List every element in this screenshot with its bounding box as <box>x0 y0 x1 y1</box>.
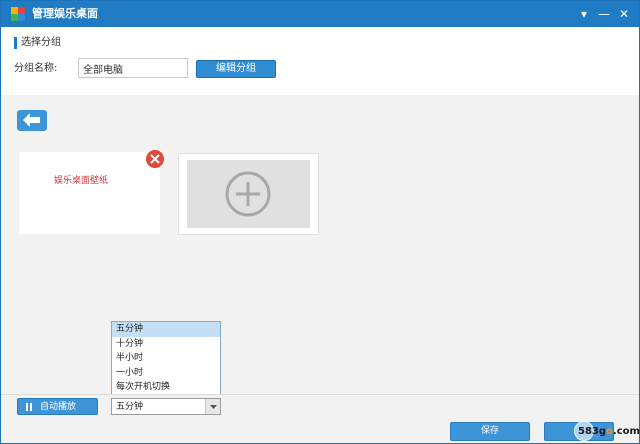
edit-group-button[interactable]: 编辑分组 <box>196 60 276 78</box>
section-accent-bar <box>14 37 17 49</box>
plus-circle-icon <box>225 171 271 217</box>
site-watermark: 583go.com <box>574 421 640 443</box>
interval-dropdown-list: 五分钟 十分钟 半小时 一小时 每次开机切换 <box>111 321 221 395</box>
manage-entertainment-desktop-window: 管理娱乐桌面 ▾ — ✕ 选择分组 分组名称: 编辑分组 娱乐桌面壁纸 <box>0 0 640 444</box>
back-button[interactable] <box>17 110 47 131</box>
add-wallpaper-placeholder <box>187 160 310 228</box>
interval-option[interactable]: 半小时 <box>112 351 220 366</box>
interval-option[interactable]: 五分钟 <box>112 322 220 337</box>
group-section: 选择分组 分组名称: 编辑分组 <box>1 27 639 95</box>
close-button[interactable]: ✕ <box>615 5 633 23</box>
group-name-field[interactable] <box>78 58 188 78</box>
group-name-label: 分组名称: <box>14 63 58 74</box>
interval-select-value: 五分钟 <box>116 402 144 412</box>
title-bar: 管理娱乐桌面 ▾ — ✕ <box>1 1 639 27</box>
window-title: 管理娱乐桌面 <box>32 7 98 20</box>
wallpaper-card[interactable]: 娱乐桌面壁纸 <box>19 152 160 234</box>
autoplay-label: 自动播放 <box>40 402 77 412</box>
app-logo-icon <box>11 7 25 21</box>
watermark-text: 583go.com <box>578 426 640 438</box>
autoplay-button[interactable]: 自动播放 <box>17 398 98 415</box>
watermark-text-a: 583g <box>578 426 607 437</box>
remove-wallpaper-button[interactable] <box>146 150 164 168</box>
interval-option[interactable]: 一小时 <box>112 366 220 381</box>
save-button[interactable]: 保存 <box>450 422 530 441</box>
footer-divider <box>1 394 639 395</box>
chevron-down-icon <box>210 405 217 409</box>
arrow-left-icon <box>23 113 40 127</box>
pause-icon <box>26 403 33 411</box>
interval-option[interactable]: 十分钟 <box>112 337 220 352</box>
watermark-text-o: o <box>606 426 613 437</box>
minimize-button[interactable]: — <box>595 5 613 23</box>
section-title: 选择分组 <box>21 37 61 48</box>
interval-select[interactable]: 五分钟 <box>111 398 221 415</box>
add-wallpaper-card[interactable] <box>178 153 319 235</box>
wallpaper-card-label: 娱乐桌面壁纸 <box>53 176 108 186</box>
close-icon <box>150 154 160 164</box>
interval-option[interactable]: 每次开机切换 <box>112 380 220 395</box>
watermark-text-b: .com <box>612 426 640 437</box>
menu-button[interactable]: ▾ <box>575 5 593 23</box>
select-arrow-button[interactable] <box>205 399 220 414</box>
